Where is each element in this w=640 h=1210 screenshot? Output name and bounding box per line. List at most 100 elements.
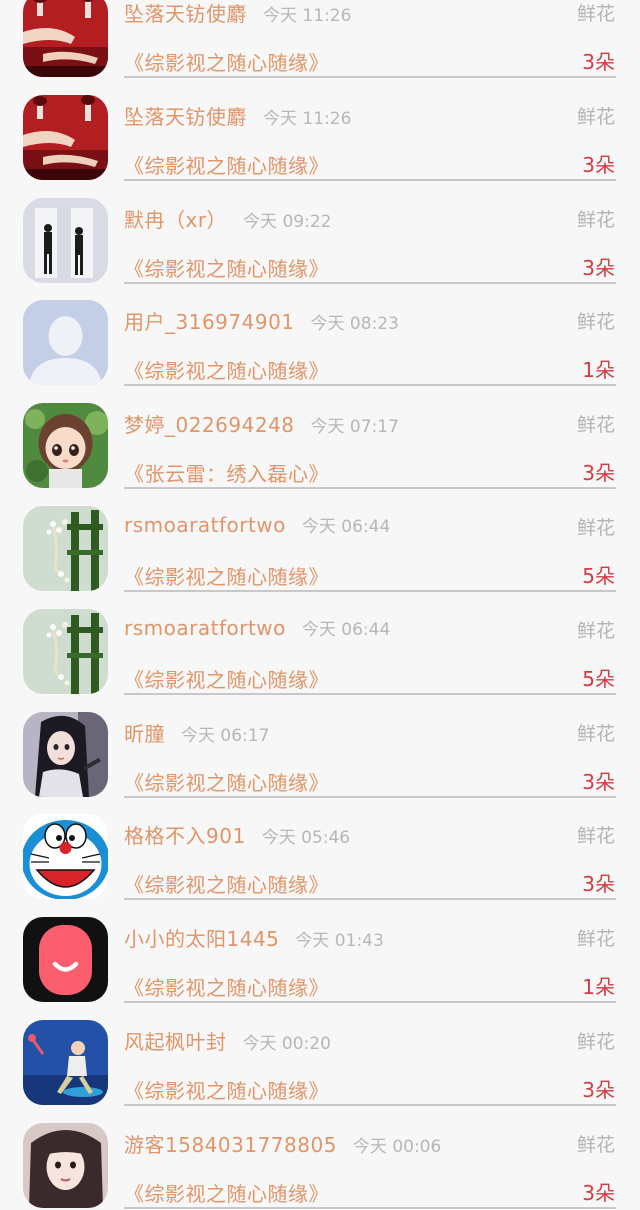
username[interactable]: 昕朣: [124, 722, 165, 746]
flower-count: 5朵: [582, 666, 615, 691]
name-line: rsmoaratfortwo 今天 06:44: [124, 512, 550, 537]
gift-record-row[interactable]: 小小的太阳1445 今天 01:43 鲜花《综影视之随心随缘》 1朵: [0, 901, 640, 1004]
gift-record-row[interactable]: 格格不入901 今天 05:46 鲜花《综影视之随心随缘》 3朵: [0, 798, 640, 901]
name-line: 默冉（xr） 今天 09:22: [124, 204, 550, 233]
name-line: 昕朣 今天 06:17: [124, 718, 550, 747]
row-divider: [124, 178, 616, 181]
name-line: 游客1584031778805 今天 00:06: [124, 1129, 550, 1158]
selfie-girl-avatar[interactable]: [23, 1122, 108, 1208]
name-line: 坠落天钫使麝 今天 11:26: [124, 0, 550, 27]
flower-count: 3朵: [582, 255, 615, 280]
book-title-link[interactable]: 《综影视之随心随缘》: [124, 150, 329, 179]
book-title-link[interactable]: 《张云雷：绣入磊心》: [124, 458, 329, 487]
name-line: 坠落天钫使麝 今天 11:26: [124, 101, 550, 130]
timestamp: 今天 11:26: [263, 108, 352, 129]
flower-count: 3朵: [582, 872, 615, 897]
doraemon-avatar[interactable]: [23, 814, 108, 900]
gift-record-row[interactable]: 梦婷_022694248 今天 07:17 鲜花 《张云雷：绣入磊心》 3朵: [0, 387, 640, 490]
username[interactable]: 格格不入901: [124, 824, 246, 848]
gift-record-row[interactable]: 游客1584031778805 今天 00:06 鲜花《综影视之随心随缘》 3朵: [0, 1107, 640, 1210]
flower-count: 3朵: [582, 1180, 615, 1205]
gift-type-label: 鲜花: [576, 208, 615, 231]
gift-record-row[interactable]: 坠落天钫使麝 今天 11:26 鲜花《综影视之随心随缘》 3朵: [0, 79, 640, 182]
row-divider: [124, 76, 616, 78]
gift-record-list: 坠落天钫使麝 今天 11:26 鲜花 《综影视之随心随缘》 3朵 坠落天钫使麝 今天 11:…: [0, 0, 640, 1210]
book-title-link[interactable]: 《综影视之随心随缘》: [124, 972, 329, 1001]
smile-app-avatar[interactable]: [23, 917, 108, 1003]
username[interactable]: rsmoaratfortwo: [124, 513, 286, 537]
gift-record-row[interactable]: 风起枫叶封 今天 00:20 鲜花《综影视之随心随缘》 3朵: [0, 1004, 640, 1107]
chair-flowers-avatar[interactable]: [23, 505, 108, 591]
name-line: rsmoaratfortwo 今天 06:44: [124, 615, 550, 640]
username[interactable]: 坠落天钫使麝: [124, 2, 247, 26]
row-divider: [124, 589, 616, 592]
username[interactable]: 坠落天钫使麝: [124, 105, 247, 129]
book-title-link[interactable]: 《综影视之随心随缘》: [124, 1075, 329, 1104]
red-hands-avatar[interactable]: [23, 0, 108, 77]
gift-type-label: 鲜花: [576, 1133, 615, 1156]
name-line: 风起枫叶封 今天 00:20: [124, 1026, 550, 1055]
timestamp: 今天 06:44: [301, 516, 391, 537]
timestamp: 今天 00:06: [352, 1136, 442, 1157]
couple-photo-avatar[interactable]: [23, 197, 108, 283]
gift-type-label: 鲜花: [576, 105, 615, 128]
row-divider: [124, 898, 616, 901]
gift-type-label: 鲜花: [576, 3, 615, 25]
flower-count: 3朵: [582, 1077, 615, 1102]
flower-count: 3朵: [582, 769, 615, 794]
timestamp: 今天 05:46: [261, 828, 351, 849]
flower-count: 5朵: [582, 563, 615, 588]
dark-hair-girl-avatar[interactable]: [23, 711, 108, 797]
book-title-link[interactable]: 《综影视之随心随缘》: [124, 767, 329, 796]
timestamp: 今天 00:20: [242, 1033, 331, 1054]
row-divider: [124, 692, 616, 695]
gift-record-row[interactable]: 昕朣 今天 06:17 鲜花《综影视之随心随缘》 3朵: [0, 696, 640, 799]
name-line: 小小的太阳1445 今天 01:43: [124, 923, 550, 952]
gift-record-row[interactable]: 用户_316974901 今天 08:23 鲜花 《综影视之随心随缘》 1朵: [0, 284, 640, 387]
gift-type-label: 鲜花: [576, 516, 615, 539]
username[interactable]: 小小的太阳1445: [124, 927, 279, 951]
row-divider: [124, 1001, 616, 1004]
book-title-link[interactable]: 《综影视之随心随缘》: [124, 561, 329, 590]
red-hands-avatar[interactable]: [23, 94, 108, 180]
username[interactable]: rsmoaratfortwo: [124, 616, 286, 640]
name-line: 格格不入901 今天 05:46: [124, 820, 550, 849]
timestamp: 今天 09:22: [243, 211, 332, 232]
username[interactable]: 风起枫叶封: [124, 1030, 227, 1054]
flower-count: 3朵: [582, 50, 615, 74]
anime-girl-avatar[interactable]: [23, 403, 108, 489]
row-divider: [124, 795, 616, 798]
row-divider: [124, 487, 616, 490]
username[interactable]: 默冉（xr）: [124, 208, 227, 232]
row-divider: [124, 384, 616, 387]
book-title-link[interactable]: 《综影视之随心随缘》: [124, 253, 329, 282]
book-title-link[interactable]: 《综影视之随心随缘》: [124, 1178, 329, 1207]
book-title-link[interactable]: 《综影视之随心随缘》: [124, 664, 329, 693]
book-title-link[interactable]: 《综影视之随心随缘》: [124, 47, 329, 76]
chair-flowers-avatar[interactable]: [23, 608, 108, 694]
book-title-link[interactable]: 《综影视之随心随缘》: [124, 355, 329, 384]
username[interactable]: 用户_316974901: [124, 310, 295, 334]
flower-count: 3朵: [582, 461, 615, 486]
gift-record-row[interactable]: 坠落天钫使麝 今天 11:26 鲜花《综影视之随心随缘》 3朵: [0, 0, 640, 79]
flower-count: 1朵: [582, 358, 615, 383]
gift-type-label: 鲜花: [576, 619, 615, 642]
flower-count: 3朵: [582, 152, 615, 177]
gift-record-row[interactable]: 默冉（xr） 今天 09:22 鲜花《综影视之随心随缘》 3朵: [0, 182, 640, 285]
timestamp: 今天 06:17: [181, 725, 270, 746]
flower-count: 1朵: [582, 975, 615, 1000]
gift-record-row[interactable]: rsmoaratfortwo 今天 06:44 鲜花《综影视之随心随缘》 5朵: [0, 490, 640, 593]
timestamp: 今天 06:44: [301, 619, 391, 640]
username[interactable]: 梦婷_022694248: [124, 413, 295, 437]
book-title-link[interactable]: 《综影视之随心随缘》: [124, 869, 329, 898]
default-user-avatar[interactable]: [23, 300, 108, 386]
blue-figure-avatar[interactable]: [23, 1019, 108, 1105]
gift-record-row[interactable]: rsmoaratfortwo 今天 06:44 鲜花《综影视之随心随缘》 5朵: [0, 593, 640, 696]
gift-type-label: 鲜花: [576, 825, 615, 848]
name-line: 用户_316974901 今天 08:23: [124, 306, 550, 335]
gift-type-label: 鲜花: [576, 1030, 615, 1053]
row-divider: [124, 1103, 616, 1106]
gift-type-label: 鲜花: [576, 928, 615, 951]
username[interactable]: 游客1584031778805: [124, 1133, 337, 1157]
gift-type-label: 鲜花: [576, 722, 615, 745]
